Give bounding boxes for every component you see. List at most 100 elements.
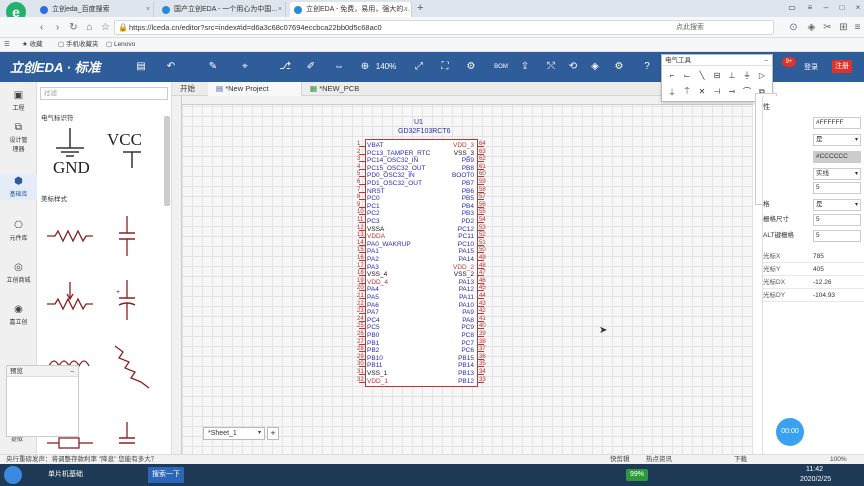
document-menu-icon[interactable]: ▤ xyxy=(134,60,148,74)
potentiometer-symbol[interactable] xyxy=(41,272,99,328)
pin-name[interactable]: PB13 xyxy=(424,370,474,378)
pin-name[interactable]: PA11 xyxy=(424,294,474,302)
settings-icon[interactable]: ⚙ xyxy=(464,60,478,74)
library-scrollbar[interactable] xyxy=(164,116,170,206)
pin-name[interactable]: PC0 xyxy=(367,195,380,203)
pin-name[interactable]: PD2 xyxy=(424,218,474,226)
pin-name[interactable]: PC7 xyxy=(424,340,474,348)
tab-start[interactable]: 开始 xyxy=(172,82,195,96)
pin-name[interactable]: PA13 xyxy=(424,279,474,287)
rail-item-jlc[interactable]: ◉ 嘉立创 xyxy=(0,304,37,326)
taskbar-search-button[interactable]: 搜索一下 xyxy=(148,467,184,483)
pin-name[interactable]: PB1 xyxy=(367,340,379,348)
resistor-symbol[interactable] xyxy=(41,208,99,264)
pin-name[interactable]: PC4 xyxy=(367,317,380,325)
rail-item-basic-library[interactable]: ⬢ 基础库 xyxy=(0,174,37,200)
pin-name[interactable]: PB10 xyxy=(367,355,383,363)
vcc-symbol[interactable]: VCC xyxy=(105,122,163,178)
resistor-vertical-symbol[interactable] xyxy=(105,336,163,392)
clock-date[interactable]: 2020/2/25 xyxy=(800,474,831,486)
align-icon[interactable]: ⇔ xyxy=(332,60,346,74)
voltage-probe-icon[interactable]: ⍊ xyxy=(666,86,678,98)
pin-name[interactable]: VSS_3 xyxy=(424,150,474,158)
grid-visible-select[interactable]: 是 xyxy=(813,134,861,146)
pin-name[interactable]: PA9 xyxy=(424,309,474,317)
close-window-icon[interactable]: × xyxy=(852,3,864,13)
layers-icon[interactable]: ◈ xyxy=(588,60,602,74)
pin-name[interactable]: PC13_TAMPER_RTC xyxy=(367,150,430,158)
share-icon[interactable]: ⤲ xyxy=(544,60,558,74)
pin-name[interactable]: VDD_1 xyxy=(367,378,388,386)
bookmark-star-icon[interactable]: ☆ xyxy=(100,22,111,33)
pin-name[interactable]: PC10 xyxy=(424,241,474,249)
pin-name[interactable]: PA5 xyxy=(367,294,379,302)
notification-badge[interactable]: 9+ xyxy=(782,57,796,67)
pin-name[interactable]: PB5 xyxy=(424,195,474,203)
pin-name[interactable]: PA15 xyxy=(424,248,474,256)
pin-name[interactable]: PC15_OSC32_OUT xyxy=(367,165,426,173)
bus-net-icon[interactable]: ⌒ xyxy=(741,86,753,98)
help-icon[interactable]: ? xyxy=(640,60,654,74)
background-color-field[interactable]: #FFFFFF xyxy=(813,117,861,129)
pin-name[interactable]: VSS_1 xyxy=(367,370,387,378)
net-label-icon[interactable]: ⊟ xyxy=(711,70,723,82)
net-flag-icon[interactable]: ⍑ xyxy=(681,86,693,98)
rail-item-component-library[interactable]: ⎔ 元件库 xyxy=(0,220,37,242)
pin-name[interactable]: PC11 xyxy=(424,233,474,241)
window-tile-icon[interactable]: ▭ xyxy=(786,3,798,13)
browser-tab-active[interactable]: 立创EDA - 免费，易用，强大的... × xyxy=(290,2,412,17)
maximize-icon[interactable]: □ xyxy=(836,3,848,13)
pin-name[interactable]: PD1_OSC32_OUT xyxy=(367,180,422,188)
pin-name[interactable]: PB12 xyxy=(424,378,474,386)
pin-name[interactable]: PB8 xyxy=(424,165,474,173)
timer-badge[interactable]: 00:00 xyxy=(776,418,804,446)
pin-name[interactable]: PB4 xyxy=(424,203,474,211)
pin-name[interactable]: PC1 xyxy=(367,203,380,211)
export-icon[interactable]: ⇪ xyxy=(518,60,532,74)
snap-size-field[interactable]: 5 xyxy=(813,214,861,226)
grid-color-field[interactable]: #CCCCCC xyxy=(813,151,861,163)
minimize-icon[interactable]: – xyxy=(70,366,74,377)
register-button[interactable]: 注册 xyxy=(832,60,852,73)
pin-name[interactable]: VSSA xyxy=(367,226,384,234)
pin-name[interactable]: PD0_OSC32_IN xyxy=(367,172,415,180)
pin-name[interactable]: PA3 xyxy=(367,264,379,272)
pin-name[interactable]: PC14_OSC32_IN xyxy=(367,157,418,165)
pin-name[interactable]: PA7 xyxy=(367,309,379,317)
tab-new-project[interactable]: ▤ *New Project xyxy=(208,82,302,96)
add-sheet-button[interactable]: + xyxy=(267,427,279,440)
taskbar-app[interactable]: 单片机基础 xyxy=(44,467,83,483)
pin-name[interactable]: PB14 xyxy=(424,362,474,370)
place-pin-icon[interactable]: ⌖ xyxy=(238,60,252,74)
pin-name[interactable]: PA8 xyxy=(424,317,474,325)
settings-gear-icon[interactable]: ⚙ xyxy=(612,60,626,74)
new-tab-icon[interactable]: + xyxy=(417,2,423,14)
pin-name[interactable]: PC6 xyxy=(424,347,474,355)
pin-name[interactable]: PC3 xyxy=(367,218,380,226)
pin-name[interactable]: PB6 xyxy=(424,188,474,196)
login-button[interactable]: 登录 xyxy=(804,62,818,72)
zoom-icon[interactable]: ⊕ xyxy=(358,60,372,74)
pin-name[interactable]: PA10 xyxy=(424,302,474,310)
rail-item-project[interactable]: ▣ 工程 xyxy=(0,90,37,112)
net-flag-vcc-icon[interactable]: ⊥ xyxy=(726,70,738,82)
pin-name[interactable]: PC9 xyxy=(424,324,474,332)
pin-name[interactable]: PC5 xyxy=(367,324,380,332)
pin-name[interactable]: PA0_WAKRUP xyxy=(367,241,411,249)
reload-icon[interactable]: ↻ xyxy=(68,22,79,33)
rail-item-design-manager[interactable]: ⧉ 设计管理器 xyxy=(0,122,37,153)
grid-style-select[interactable]: 实线 xyxy=(813,168,861,180)
edit-icon[interactable]: ✐ xyxy=(304,60,318,74)
no-connect-icon[interactable]: ✕ xyxy=(696,86,708,98)
pin-name[interactable]: PA1 xyxy=(367,248,379,256)
bookmark-lenovo[interactable]: ▢ Lenovo xyxy=(106,38,135,52)
snap-select[interactable]: 是 xyxy=(813,199,861,211)
pin-name[interactable]: PA4 xyxy=(367,286,379,294)
capacitor-symbol[interactable] xyxy=(105,208,163,264)
pin-name[interactable]: PC2 xyxy=(367,210,380,218)
back-icon[interactable]: ‹ xyxy=(36,22,47,33)
pin-name[interactable]: VDD_2 xyxy=(424,264,474,272)
gnd-symbol[interactable]: GND xyxy=(41,122,99,178)
bookmark-mobile[interactable]: ▢ 手机收藏夹 xyxy=(58,38,98,52)
scissors-icon[interactable]: ✂ xyxy=(822,22,833,33)
